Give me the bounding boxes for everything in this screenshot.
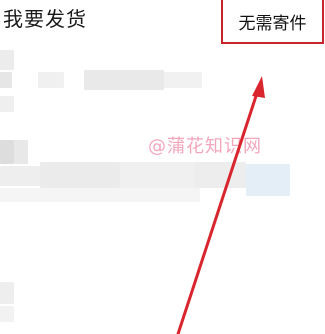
blurred-row bbox=[0, 188, 200, 202]
blurred-row bbox=[0, 282, 14, 304]
page-title: 我要发货 bbox=[3, 7, 87, 31]
blurred-row bbox=[0, 50, 14, 70]
arrow-shaft bbox=[176, 88, 260, 334]
blurred-row bbox=[120, 162, 194, 188]
blurred-row bbox=[0, 96, 14, 112]
blurred-row bbox=[84, 70, 164, 90]
blurred-row bbox=[40, 162, 120, 188]
blurred-row bbox=[0, 166, 40, 186]
blurred-row bbox=[14, 140, 28, 164]
blurred-row bbox=[0, 72, 12, 88]
watermark-text: @蒲花知识网 bbox=[148, 136, 262, 157]
blurred-row bbox=[164, 72, 202, 88]
blurred-row bbox=[194, 162, 246, 188]
no-ship-needed-button[interactable]: 无需寄件 bbox=[221, 0, 324, 44]
blurred-row bbox=[0, 306, 14, 322]
blurred-row bbox=[0, 140, 14, 164]
blurred-row bbox=[246, 164, 290, 196]
blurred-row bbox=[38, 72, 64, 88]
arrow-head bbox=[252, 76, 265, 98]
